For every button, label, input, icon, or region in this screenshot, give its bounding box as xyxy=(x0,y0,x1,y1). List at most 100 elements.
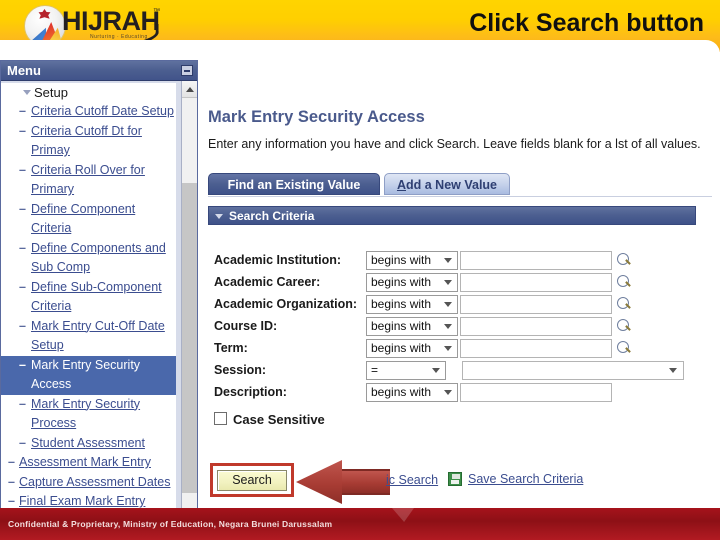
operator-value: begins with xyxy=(371,341,432,355)
sidebar-item-label[interactable]: Mark Entry Security Access xyxy=(31,358,140,392)
tab-underline-rule xyxy=(208,196,712,197)
sidebar-item-label[interactable]: Criteria Cutoff Dt for Primay xyxy=(31,124,142,158)
banner-bottom-left-fill xyxy=(0,44,28,52)
screenshot-root: HIJRAH ™ Nurturing · Educating Click Sea… xyxy=(0,0,720,540)
app-header-banner: HIJRAH ™ Nurturing · Educating Click Sea… xyxy=(0,0,720,52)
field-label: Session: xyxy=(214,363,267,377)
search-lookup-icon[interactable] xyxy=(616,274,632,290)
value-input[interactable] xyxy=(460,383,612,402)
operator-select[interactable]: begins with xyxy=(366,383,458,402)
sidebar-item[interactable]: – Criteria Roll Over for Primary xyxy=(1,160,176,200)
value-input[interactable] xyxy=(460,251,612,270)
minimize-icon[interactable] xyxy=(181,65,193,76)
operator-select[interactable]: begins with xyxy=(366,295,458,314)
operator-value: begins with xyxy=(371,253,432,267)
sidebar-item-label[interactable]: Mark Entry Security Process xyxy=(31,397,140,431)
field-label: Course ID: xyxy=(214,319,278,333)
search-lookup-icon[interactable] xyxy=(616,252,632,268)
search-lookup-icon[interactable] xyxy=(616,318,632,334)
tab-add-a-new-value[interactable]: Add a New Value xyxy=(384,173,510,195)
left-arrow-callout xyxy=(296,460,390,504)
logo-trademark: ™ xyxy=(153,8,160,15)
navigation-sidebar: Menu Setup – Criteria Cutoff Date Setup – Cr… xyxy=(0,60,198,508)
sidebar-item[interactable]: – Mark Entry Cut-Off Date Setup xyxy=(1,316,176,356)
sidebar-item-label[interactable]: Define Sub-Component Criteria xyxy=(31,280,162,314)
chevron-down-icon[interactable] xyxy=(432,368,440,373)
operator-select[interactable]: begins with xyxy=(366,339,458,358)
footer-bar: Confidential & Proprietary, Ministry of … xyxy=(0,508,720,540)
case-sensitive-row[interactable]: Case Sensitive xyxy=(214,412,325,427)
search-button[interactable]: Search xyxy=(217,470,287,491)
value-input[interactable] xyxy=(460,273,612,292)
sidebar-item-label[interactable]: Assessment Mark Entry xyxy=(19,455,151,469)
footer-text: Confidential & Proprietary, Ministry of … xyxy=(8,519,333,529)
tab-find-an-existing-value[interactable]: Find an Existing Value xyxy=(208,173,380,195)
sidebar-item-label[interactable]: Criteria Roll Over for Primary xyxy=(31,163,145,197)
arrow-head xyxy=(296,460,342,504)
bullet-dash-icon: – xyxy=(19,396,26,411)
chevron-down-icon[interactable] xyxy=(444,390,452,395)
value-input[interactable] xyxy=(460,339,612,358)
bullet-dash-icon: – xyxy=(19,318,26,333)
footer-notch xyxy=(392,508,414,522)
search-lookup-icon[interactable] xyxy=(616,340,632,356)
sidebar-item-label[interactable]: Student Assessment xyxy=(31,436,145,450)
sidebar-scrollbar[interactable] xyxy=(181,81,197,508)
sidebar-item[interactable]: – Criteria Cutoff Dt for Primay xyxy=(1,121,176,161)
chevron-down-icon[interactable] xyxy=(444,258,452,263)
form-row: Term: begins with xyxy=(200,338,720,360)
chevron-down-icon[interactable] xyxy=(444,346,452,351)
basic-search-link[interactable]: ic Search xyxy=(386,473,438,487)
sidebar-item[interactable]: – Mark Entry Security Access xyxy=(1,355,176,395)
value-input[interactable] xyxy=(460,295,612,314)
form-row: Academic Career: begins with xyxy=(200,272,720,294)
scrollbar-thumb[interactable] xyxy=(182,183,197,493)
search-lookup-icon[interactable] xyxy=(616,296,632,312)
bullet-dash-icon: – xyxy=(19,104,26,118)
sidebar-item[interactable]: – Assessment Mark Entry xyxy=(1,453,176,473)
operator-select[interactable]: begins with xyxy=(366,273,458,292)
chevron-down-icon[interactable] xyxy=(444,302,452,307)
sidebar-item[interactable]: – Define Sub-Component Criteria xyxy=(1,277,176,317)
operator-value: begins with xyxy=(371,297,432,311)
operator-select[interactable]: begins with xyxy=(366,251,458,270)
chevron-down-icon[interactable] xyxy=(444,280,452,285)
chevron-up-icon[interactable] xyxy=(182,81,197,98)
bullet-dash-icon: – xyxy=(19,123,26,138)
sidebar-item[interactable]: – Define Component Criteria xyxy=(1,199,176,239)
sidebar-item-label[interactable]: Final Exam Mark Entry xyxy=(19,494,145,508)
menu-group-setup[interactable]: Setup xyxy=(1,83,176,102)
sidebar-item-label[interactable]: Capture Assessment Dates xyxy=(19,475,170,489)
sidebar-item-label[interactable]: Define Components and Sub Comp xyxy=(31,241,166,275)
sidebar-item[interactable]: – Capture Assessment Dates xyxy=(1,472,176,492)
arrow-shaft xyxy=(334,469,390,495)
form-row: Academic Organization: begins with xyxy=(200,294,720,316)
value-input[interactable] xyxy=(460,317,612,336)
sidebar-item[interactable]: – Criteria Cutoff Date Setup xyxy=(1,102,176,122)
search-criteria-form: Academic Institution: begins with Academic… xyxy=(200,250,720,404)
save-search-criteria-link[interactable]: Save Search Criteria xyxy=(468,472,583,486)
field-label: Academic Institution: xyxy=(214,253,342,267)
sidebar-item-label[interactable]: Mark Entry Cut-Off Date Setup xyxy=(31,319,165,353)
caret-down-icon[interactable] xyxy=(23,90,31,95)
value-select[interactable] xyxy=(462,361,684,380)
sidebar-item[interactable]: – Mark Entry Security Process xyxy=(1,394,176,434)
sidebar-item[interactable]: – Final Exam Mark Entry xyxy=(1,492,176,508)
form-row: Session: = xyxy=(200,360,720,382)
chevron-down-icon[interactable] xyxy=(669,368,677,373)
sidebar-item[interactable]: – Student Assessment xyxy=(1,433,176,453)
field-label: Description: xyxy=(214,385,287,399)
menu-title: Menu xyxy=(7,63,41,78)
sidebar-item-label[interactable]: Define Component Criteria xyxy=(31,202,135,236)
sidebar-item[interactable]: – Define Components and Sub Comp xyxy=(1,238,176,278)
sidebar-item-label[interactable]: Criteria Cutoff Date Setup xyxy=(31,104,174,118)
case-sensitive-label: Case Sensitive xyxy=(233,412,325,427)
operator-select[interactable]: = xyxy=(366,361,446,380)
case-sensitive-checkbox[interactable] xyxy=(214,412,227,425)
operator-select[interactable]: begins with xyxy=(366,317,458,336)
chevron-down-icon[interactable] xyxy=(444,324,452,329)
bullet-dash-icon: – xyxy=(19,357,26,372)
search-criteria-section-header[interactable]: Search Criteria xyxy=(208,206,696,225)
caret-down-icon[interactable] xyxy=(215,214,223,219)
bullet-dash-icon: – xyxy=(19,162,26,177)
